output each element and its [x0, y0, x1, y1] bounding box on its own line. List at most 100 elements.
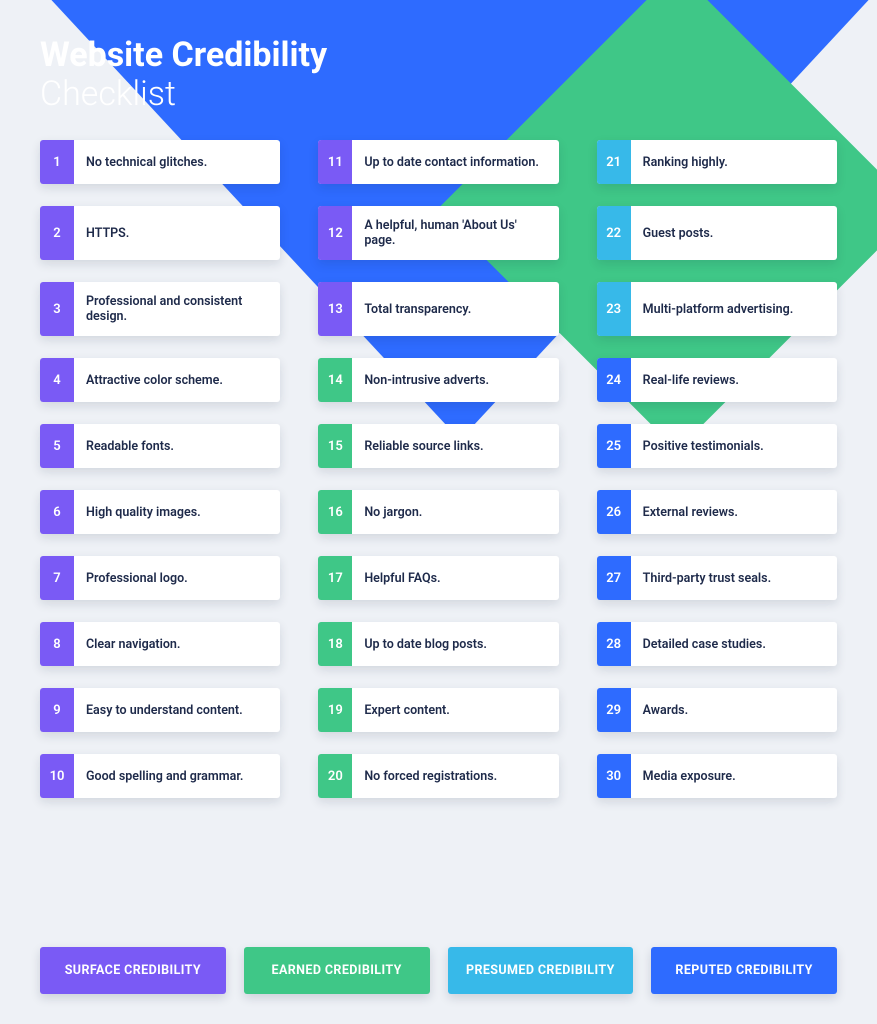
item-label: Good spelling and grammar. — [74, 754, 280, 798]
item-label: Helpful FAQs. — [352, 556, 558, 600]
item-number: 6 — [40, 490, 74, 534]
checklist-item: 27Third-party trust seals. — [597, 556, 837, 600]
item-label: Professional and consistent design. — [74, 282, 280, 336]
page: Website Credibility Checklist 1No techni… — [0, 0, 877, 1024]
item-label: Real-life reviews. — [631, 358, 837, 402]
item-number: 13 — [318, 282, 352, 336]
checklist-item: 25Positive testimonials. — [597, 424, 837, 468]
item-label: Third-party trust seals. — [631, 556, 837, 600]
checklist-item: 5Readable fonts. — [40, 424, 280, 468]
item-label: Guest posts. — [631, 206, 837, 260]
legend-pill: PRESUMED CREDIBILITY — [448, 947, 634, 994]
checklist-item: 22Guest posts. — [597, 206, 837, 260]
item-number: 24 — [597, 358, 631, 402]
item-label: Professional logo. — [74, 556, 280, 600]
checklist-item: 16No jargon. — [318, 490, 558, 534]
item-label: Up to date blog posts. — [352, 622, 558, 666]
checklist-item: 7Professional logo. — [40, 556, 280, 600]
title-bold: Website Credibility — [40, 35, 327, 75]
checklist-item: 21Ranking highly. — [597, 140, 837, 184]
item-number: 28 — [597, 622, 631, 666]
item-number: 16 — [318, 490, 352, 534]
checklist-item: 24Real-life reviews. — [597, 358, 837, 402]
item-label: No jargon. — [352, 490, 558, 534]
checklist-item: 17Helpful FAQs. — [318, 556, 558, 600]
checklist-item: 26External reviews. — [597, 490, 837, 534]
item-label: No forced registrations. — [352, 754, 558, 798]
item-number: 14 — [318, 358, 352, 402]
item-number: 30 — [597, 754, 631, 798]
item-number: 10 — [40, 754, 74, 798]
item-label: Media exposure. — [631, 754, 837, 798]
checklist-item: 14Non-intrusive adverts. — [318, 358, 558, 402]
item-label: Ranking highly. — [631, 140, 837, 184]
item-label: Positive testimonials. — [631, 424, 837, 468]
checklist-item: 23Multi-platform advertising. — [597, 282, 837, 336]
item-number: 18 — [318, 622, 352, 666]
checklist-item: 1No technical glitches. — [40, 140, 280, 184]
item-number: 29 — [597, 688, 631, 732]
item-label: Multi-platform advertising. — [631, 282, 837, 336]
legend-pill: EARNED CREDIBILITY — [244, 947, 430, 994]
checklist-item: 8Clear navigation. — [40, 622, 280, 666]
item-number: 3 — [40, 282, 74, 336]
item-number: 27 — [597, 556, 631, 600]
checklist-item: 11Up to date contact information. — [318, 140, 558, 184]
item-label: A helpful, human 'About Us' page. — [352, 206, 558, 260]
item-label: Readable fonts. — [74, 424, 280, 468]
item-number: 2 — [40, 206, 74, 260]
item-number: 22 — [597, 206, 631, 260]
item-number: 9 — [40, 688, 74, 732]
item-label: No technical glitches. — [74, 140, 280, 184]
checklist-item: 13Total transparency. — [318, 282, 558, 336]
checklist-item: 12A helpful, human 'About Us' page. — [318, 206, 558, 260]
item-label: HTTPS. — [74, 206, 280, 260]
item-number: 20 — [318, 754, 352, 798]
page-title: Website Credibility Checklist — [40, 36, 837, 114]
checklist-item: 28Detailed case studies. — [597, 622, 837, 666]
checklist-item: 30Media exposure. — [597, 754, 837, 798]
item-number: 15 — [318, 424, 352, 468]
checklist-item: 20No forced registrations. — [318, 754, 558, 798]
item-label: Clear navigation. — [74, 622, 280, 666]
checklist-item: 3Professional and consistent design. — [40, 282, 280, 336]
item-number: 1 — [40, 140, 74, 184]
item-number: 4 — [40, 358, 74, 402]
item-number: 8 — [40, 622, 74, 666]
item-number: 25 — [597, 424, 631, 468]
item-label: Awards. — [631, 688, 837, 732]
legend-pill: SURFACE CREDIBILITY — [40, 947, 226, 994]
item-number: 7 — [40, 556, 74, 600]
checklist-item: 18Up to date blog posts. — [318, 622, 558, 666]
item-label: Total transparency. — [352, 282, 558, 336]
item-number: 26 — [597, 490, 631, 534]
item-number: 12 — [318, 206, 352, 260]
item-number: 23 — [597, 282, 631, 336]
item-label: Expert content. — [352, 688, 558, 732]
item-label: Attractive color scheme. — [74, 358, 280, 402]
title-light: Checklist — [40, 74, 176, 114]
checklist-item: 6High quality images. — [40, 490, 280, 534]
item-number: 5 — [40, 424, 74, 468]
item-number: 21 — [597, 140, 631, 184]
item-label: Up to date contact information. — [352, 140, 558, 184]
checklist-item: 2HTTPS. — [40, 206, 280, 260]
item-number: 17 — [318, 556, 352, 600]
checklist-item: 9Easy to understand content. — [40, 688, 280, 732]
item-label: Reliable source links. — [352, 424, 558, 468]
item-number: 19 — [318, 688, 352, 732]
item-label: High quality images. — [74, 490, 280, 534]
checklist-item: 15Reliable source links. — [318, 424, 558, 468]
item-label: Easy to understand content. — [74, 688, 280, 732]
item-label: External reviews. — [631, 490, 837, 534]
item-label: Non-intrusive adverts. — [352, 358, 558, 402]
item-number: 11 — [318, 140, 352, 184]
checklist-item: 4Attractive color scheme. — [40, 358, 280, 402]
item-label: Detailed case studies. — [631, 622, 837, 666]
legend-pill: REPUTED CREDIBILITY — [651, 947, 837, 994]
checklist-item: 10Good spelling and grammar. — [40, 754, 280, 798]
checklist-item: 29Awards. — [597, 688, 837, 732]
checklist-grid: 1No technical glitches. 11Up to date cont… — [40, 140, 837, 919]
legend: SURFACE CREDIBILITY EARNED CREDIBILITY PRE… — [40, 947, 837, 994]
checklist-item: 19Expert content. — [318, 688, 558, 732]
